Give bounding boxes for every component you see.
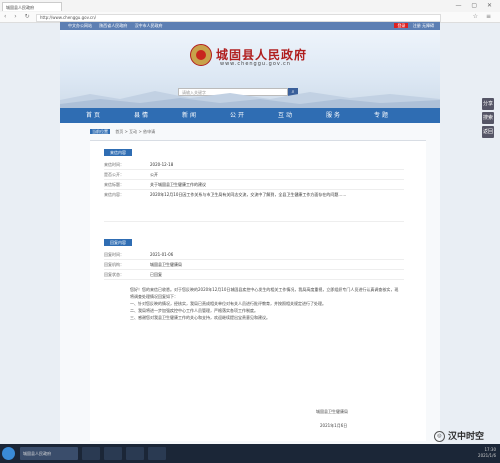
top-right-links: 登录 注册 无障碍 <box>394 23 434 29</box>
row-label: 来信时间： <box>104 162 124 167</box>
top-link[interactable]: 汉中市人民政府 <box>135 23 163 28</box>
breadcrumb-home: 当前位置 <box>90 129 110 134</box>
row-label: 回复时间： <box>104 252 124 257</box>
letter-row: 来信标题： 关于城固县卫生健康工作的建议 <box>104 181 404 190</box>
reply-paragraph: 三、感谢您对我县卫生健康工作的关心和支持，欢迎继续提出宝贵意见和建议。 <box>130 315 270 320</box>
row-value: 2020年12月10日因工作关系与市卫生局有关同志交流，交流中了解到，全县卫生健… <box>150 192 347 197</box>
reply-paragraph: 二、我局将进一步加强疾控中心工作人员管理，严格落实各项工作制度。 <box>130 308 258 313</box>
reply-row: 回复机构： 城固县卫生健康局 <box>104 261 404 270</box>
letter-row: 来信时间： 2020-12-18 <box>104 161 404 170</box>
letter-detail-panel: 来信内容 来信时间： 2020-12-18 是否公开： 公开 来信标题： 关于城固县卫… <box>90 140 426 441</box>
nav-topics[interactable]: 专 题 <box>362 108 400 123</box>
taskbar-app-icon[interactable] <box>82 447 100 460</box>
nav-county-info[interactable]: 县 情 <box>122 108 160 123</box>
browser-tab[interactable]: 城固县人民政府 <box>2 2 62 11</box>
taskbar-app-icon[interactable] <box>126 447 144 460</box>
reply-signature: 城固县卫生健康局 <box>316 409 348 414</box>
register-link[interactable]: 注册 <box>413 23 421 28</box>
window-controls[interactable]: — ▢ ✕ <box>455 2 496 9</box>
breadcrumb-path[interactable]: 首页 > 互动 > 依申请 <box>115 129 155 134</box>
watermark: ◎ 汉中时空 <box>433 429 484 442</box>
watermark-text: 汉中时空 <box>447 432 484 442</box>
row-label: 来信内容： <box>104 192 124 197</box>
main-nav: 首 页 县 情 新 闻 公 开 互 动 服 务 专 题 <box>60 108 440 123</box>
row-value: 公开 <box>150 172 158 177</box>
nav-public[interactable]: 公 开 <box>218 108 256 123</box>
reply-paragraph: 一、针对您反映的情况，经核实，我局已责成相关单位对有关人员进行批评教育，并按照相… <box>130 301 326 306</box>
nav-service[interactable]: 服 务 <box>314 108 352 123</box>
reply-body: 您好！您的来信已收悉。对于您反映的2020年12月10日城固县疾控中心发生的相关… <box>130 286 400 321</box>
reply-row: 回复时间： 2021-01-06 <box>104 251 404 260</box>
row-value: 关于城固县卫生健康工作的建议 <box>150 182 206 187</box>
breadcrumb: 当前位置 首页 > 互动 > 依申请 <box>90 129 155 135</box>
system-tray-clock[interactable]: 17:30 2021/1/6 <box>478 447 496 459</box>
back-top-icon[interactable]: 返回 <box>482 126 494 138</box>
start-icon[interactable] <box>2 447 15 460</box>
row-value: 2020-12-18 <box>150 162 174 167</box>
nav-interact[interactable]: 互 动 <box>266 108 304 123</box>
letter-badge: 来信内容 <box>104 149 132 156</box>
header-banner: 城固县人民政府 www.chenggu.gov.cn 请输入关键字 ⌕ <box>60 30 440 108</box>
letter-row: 是否公开： 公开 <box>104 171 404 180</box>
taskbar-app-icon[interactable] <box>148 447 166 460</box>
top-link[interactable]: 陕西省人民政府 <box>99 23 127 28</box>
nav-home[interactable]: 首 页 <box>74 108 112 123</box>
top-link[interactable]: 中文办公网站 <box>68 23 92 28</box>
search-side-icon[interactable]: 搜索 <box>482 112 494 124</box>
row-value: 2021-01-06 <box>150 252 174 257</box>
site-url: www.chenggu.gov.cn <box>220 61 291 67</box>
mountain-decoration <box>60 91 440 108</box>
row-label: 是否公开： <box>104 172 124 177</box>
page-content: 中文办公网站 陕西省人民政府 汉中市人民政府 登录 注册 无障碍 城固县人民政府… <box>60 22 440 444</box>
letter-row: 来信内容： 2020年12月10日因工作关系与市卫生局有关同志交流，交流中了解到，… <box>104 191 404 222</box>
reply-date: 2021年1月6日 <box>320 423 348 428</box>
row-value: 城固县卫生健康局 <box>150 262 182 267</box>
row-label: 来信标题： <box>104 182 124 187</box>
taskbar: 城固县人民政府 17:30 2021/1/6 <box>0 444 500 463</box>
login-button[interactable]: 登录 <box>394 23 409 28</box>
row-label: 回复状态： <box>104 272 124 277</box>
top-bar: 中文办公网站 陕西省人民政府 汉中市人民政府 登录 注册 无障碍 <box>60 22 440 30</box>
watermark-logo-icon: ◎ <box>433 431 445 442</box>
row-value: 已回复 <box>150 272 162 277</box>
taskbar-browser-app[interactable]: 城固县人民政府 <box>20 447 78 460</box>
accessibility-link[interactable]: 无障碍 <box>422 23 434 28</box>
browser-menu-icon[interactable]: ☆ ≡ <box>473 13 494 20</box>
row-label: 回复机构： <box>104 262 124 267</box>
nav-news[interactable]: 新 闻 <box>170 108 208 123</box>
clock-date: 2021/1/6 <box>478 453 496 458</box>
taskbar-app-icon[interactable] <box>104 447 122 460</box>
national-emblem-icon <box>190 44 212 66</box>
share-icon[interactable]: 分享 <box>482 98 494 110</box>
reply-row: 回复状态： 已回复 <box>104 271 404 280</box>
reply-badge: 回复内容 <box>104 239 132 246</box>
nav-arrows-icon[interactable]: ‹ › ↻ <box>4 13 33 20</box>
reply-paragraph: 您好！您的来信已收悉。对于您反映的2020年12月10日城固县疾控中心发生的相关… <box>130 287 399 299</box>
top-links: 中文办公网站 陕西省人民政府 汉中市人民政府 <box>68 23 169 29</box>
url-input[interactable]: http://www.chenggu.gov.cn/ <box>36 14 441 22</box>
